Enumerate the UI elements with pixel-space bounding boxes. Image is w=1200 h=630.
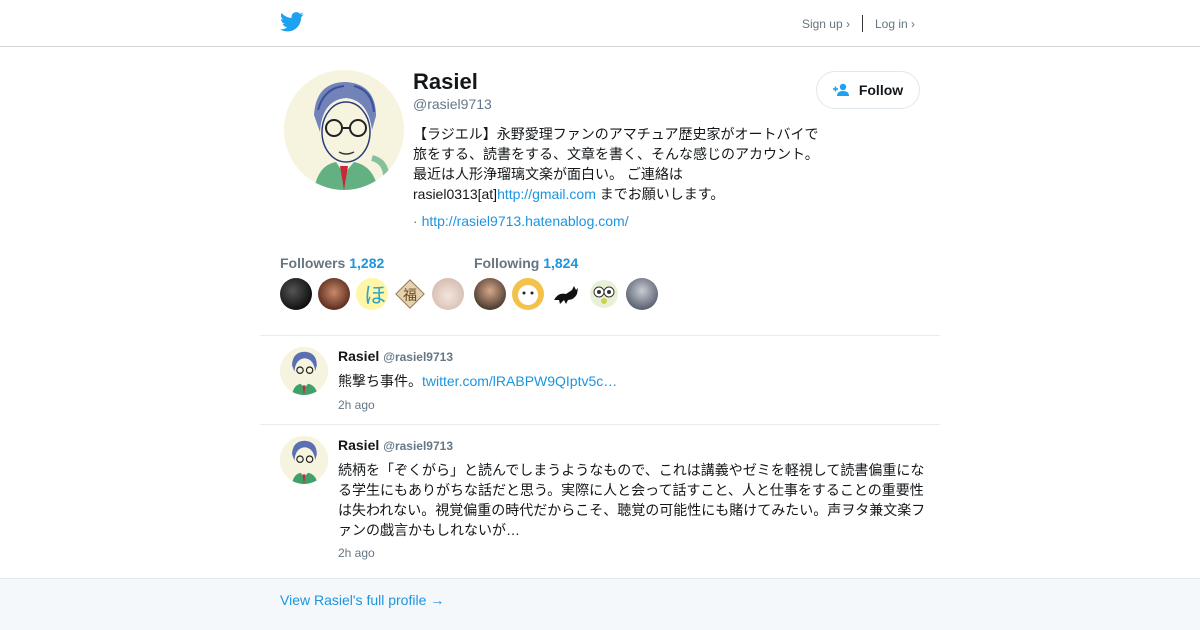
following-avatar[interactable] <box>588 278 620 310</box>
following-section: Following 1,824 <box>474 255 664 310</box>
svg-text:福: 福 <box>403 288 417 304</box>
nav-divider <box>861 15 863 32</box>
follower-avatar[interactable] <box>280 278 312 310</box>
avatar-illustration <box>284 70 404 190</box>
bio-link[interactable]: http://gmail.com <box>497 186 596 202</box>
tweet-author-name[interactable]: Rasiel <box>338 437 379 453</box>
tweet-author-handle[interactable]: @rasiel9713 <box>383 439 453 453</box>
bio-tail: までお願いします。 <box>595 186 725 202</box>
top-bar: Sign up › Log in › <box>0 0 1200 47</box>
tweet-avatar[interactable] <box>280 347 328 395</box>
following-label: Following <box>474 255 540 271</box>
tweet-header: Rasiel @rasiel9713 <box>338 348 453 364</box>
top-nav: Sign up › Log in › <box>802 15 915 32</box>
followers-stat[interactable]: Followers 1,282 <box>280 255 470 271</box>
followers-label: Followers <box>280 255 346 271</box>
followers-avatars: ほ 福 <box>280 278 470 310</box>
follow-label: Follow <box>858 82 904 98</box>
tweet-author-handle[interactable]: @rasiel9713 <box>383 350 453 364</box>
tweet-link[interactable]: twitter.com/lRABPW9QIptv5c… <box>422 373 617 389</box>
profile-footer: View Rasiel's full profile → <box>0 578 1200 630</box>
tweet-item[interactable]: Rasiel @rasiel9713 続柄を「ぞくがら」と読んでしまうようなもので… <box>260 424 940 578</box>
profile-url-link[interactable]: http://rasiel9713.hatenablog.com/ <box>422 213 629 229</box>
tweet-avatar[interactable] <box>280 436 328 484</box>
follower-avatar[interactable] <box>318 278 350 310</box>
following-avatar[interactable] <box>512 278 544 310</box>
following-stat[interactable]: Following 1,824 <box>474 255 664 271</box>
signup-link[interactable]: Sign up › <box>802 17 850 31</box>
profile-url-line: · http://rasiel9713.hatenablog.com/ <box>413 213 629 229</box>
url-prefix: · <box>413 213 422 229</box>
view-full-profile-link[interactable]: View Rasiel's full profile → <box>280 592 444 608</box>
profile-bio: 【ラジエル】永野愛理ファンのアマチュア歴史家がオートバイで旅をする、読書をする、… <box>413 124 823 204</box>
profile-avatar[interactable] <box>284 70 404 190</box>
tweet-list: Rasiel @rasiel9713 熊撃ち事件。twitter.com/lRAB… <box>260 335 940 578</box>
follow-button[interactable]: Follow <box>816 71 920 109</box>
login-link[interactable]: Log in › <box>875 17 915 31</box>
profile-handle: @rasiel9713 <box>413 96 492 112</box>
tweet-author-name[interactable]: Rasiel <box>338 348 379 364</box>
tweet-text: 熊撃ち事件。twitter.com/lRABPW9QIptv5c… <box>338 371 930 391</box>
add-user-icon <box>832 83 849 96</box>
tweet-timestamp[interactable]: 2h ago <box>338 546 375 560</box>
svg-text:ほ: ほ <box>364 284 386 309</box>
followers-count: 1,282 <box>349 255 385 271</box>
follower-avatar[interactable]: ほ <box>356 278 388 310</box>
followers-section: Followers 1,282 ほ 福 <box>280 255 470 310</box>
following-avatar[interactable] <box>626 278 658 310</box>
following-count: 1,824 <box>543 255 579 271</box>
following-avatar[interactable] <box>474 278 506 310</box>
profile-name: Rasiel <box>413 69 478 94</box>
twitter-bird-icon[interactable] <box>280 11 304 33</box>
profile-stats: Followers 1,282 ほ 福 Following 1,824 <box>280 255 920 315</box>
tweet-item[interactable]: Rasiel @rasiel9713 熊撃ち事件。twitter.com/lRAB… <box>260 335 940 424</box>
following-avatar[interactable] <box>550 278 582 310</box>
tweet-text: 続柄を「ぞくがら」と読んでしまうようなもので、これは講義やゼミを軽視して読書偏重… <box>338 462 926 538</box>
tweet-header: Rasiel @rasiel9713 <box>338 437 453 453</box>
tweet-body: 熊撃ち事件。 <box>338 373 422 389</box>
follower-avatar[interactable]: 福 <box>394 278 426 310</box>
following-avatars <box>474 278 664 310</box>
tweet-timestamp[interactable]: 2h ago <box>338 398 375 412</box>
follower-avatar[interactable] <box>432 278 464 310</box>
